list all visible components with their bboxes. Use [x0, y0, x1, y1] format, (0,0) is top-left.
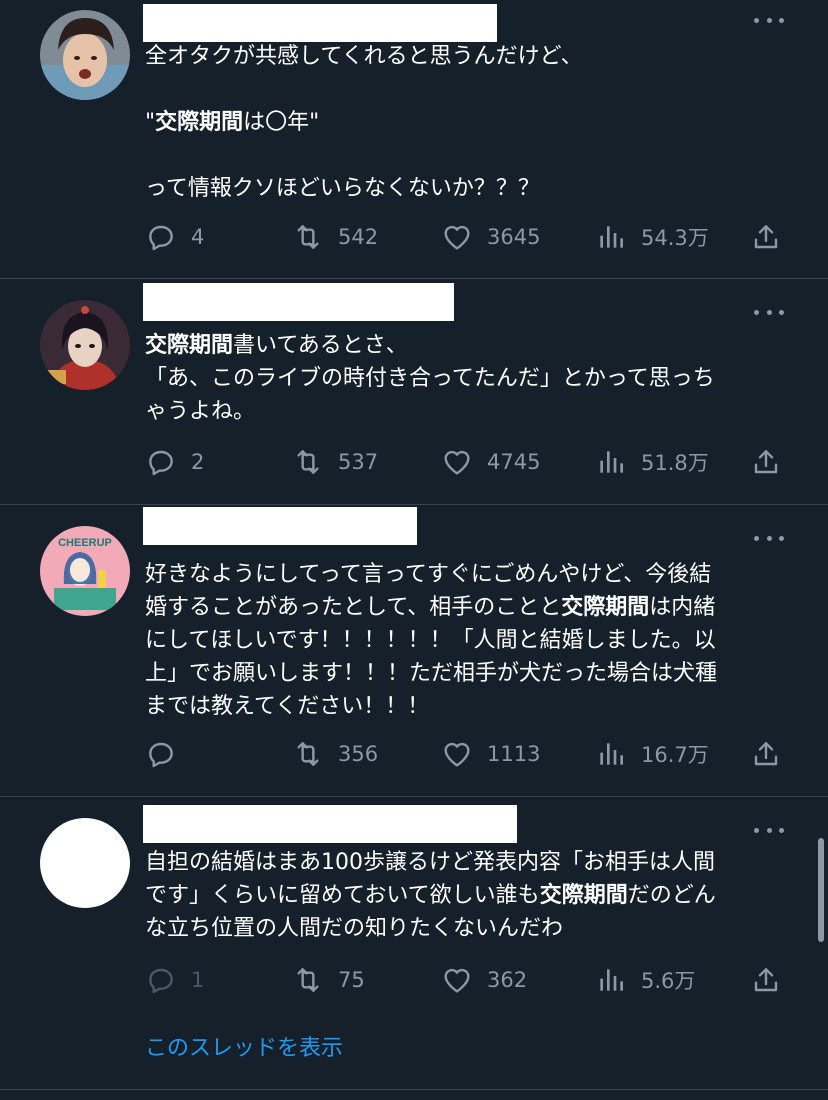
- tweet[interactable]: 全オタクが共感してくれると思うんだけど、 "交際期間は〇年" って情報クソほどい…: [0, 0, 828, 279]
- avatar[interactable]: [40, 10, 130, 100]
- tweet[interactable]: CHEERUP 好きなようにしてって言ってすぐにごめんやけど、今後結 婚すること…: [0, 505, 828, 797]
- like-icon: [441, 221, 473, 253]
- like-count: 3645: [487, 225, 541, 249]
- avatar[interactable]: CHEERUP: [40, 526, 130, 616]
- highlighted-term: 交際期間: [539, 883, 628, 908]
- like-button[interactable]: 4745: [441, 445, 540, 479]
- retweet-button[interactable]: 542: [292, 220, 378, 254]
- views-button[interactable]: 16.7万: [595, 737, 709, 771]
- show-thread-link[interactable]: このスレッドを表示: [145, 1030, 343, 1062]
- like-count: 1113: [487, 742, 541, 766]
- reply-count: 1: [191, 968, 205, 992]
- views-icon: [595, 446, 627, 478]
- retweet-count: 542: [338, 225, 379, 249]
- reply-button[interactable]: 4: [145, 220, 204, 254]
- views-count: 5.6万: [641, 969, 696, 993]
- views-button[interactable]: 5.6万: [595, 963, 695, 997]
- share-button[interactable]: [750, 737, 782, 771]
- highlighted-term: 交際期間: [561, 595, 650, 620]
- reply-button[interactable]: 2: [145, 445, 204, 479]
- retweet-icon: [292, 221, 324, 253]
- retweet-button[interactable]: 75: [292, 963, 365, 997]
- views-icon: [595, 738, 627, 770]
- avatar[interactable]: [40, 818, 130, 908]
- reply-icon: [145, 738, 177, 770]
- more-icon[interactable]: [754, 533, 784, 543]
- views-icon: [595, 964, 627, 996]
- highlighted-term: 交際期間: [145, 333, 234, 358]
- like-button[interactable]: 1113: [441, 737, 540, 771]
- share-icon: [750, 446, 782, 478]
- scrollbar[interactable]: [818, 838, 824, 942]
- retweet-count: 537: [338, 450, 379, 474]
- reply-button[interactable]: [145, 737, 177, 771]
- like-count: 4745: [487, 450, 541, 474]
- like-count: 362: [487, 968, 528, 992]
- retweet-button[interactable]: 356: [292, 737, 378, 771]
- views-button[interactable]: 54.3万: [595, 220, 709, 254]
- tweet-text: 交際期間書いてあるとさ、 「あ、このライブの時付き合ってたんだ」とかって思っち …: [145, 329, 795, 428]
- like-button[interactable]: 362: [441, 963, 527, 997]
- more-icon[interactable]: [754, 825, 784, 835]
- reply-icon: [145, 221, 177, 253]
- tweet-text: 自担の結婚はまあ100歩譲るけど発表内容「お相手は人間 です」くらいに留めておい…: [145, 846, 795, 945]
- reply-count: 2: [191, 450, 205, 474]
- tweet-text-segment: 全オタクが共感してくれると思うんだけど、: [145, 44, 583, 69]
- tweet-actions: 4 542 3645 54.3万: [145, 220, 795, 254]
- tweet-actions: 1 75 362 5.6万: [145, 963, 795, 997]
- tweet-text: 好きなようにしてって言ってすぐにごめんやけど、今後結 婚することがあったとして、…: [145, 558, 795, 723]
- tweet-text: 全オタクが共感してくれると思うんだけど、 "交際期間は〇年" って情報クソほどい…: [145, 40, 795, 205]
- like-icon: [441, 964, 473, 996]
- avatar-text: CHEERUP: [58, 537, 112, 549]
- retweet-icon: [292, 738, 324, 770]
- reply-icon: [145, 446, 177, 478]
- views-icon: [595, 221, 627, 253]
- views-button[interactable]: 51.8万: [595, 445, 709, 479]
- like-button[interactable]: 3645: [441, 220, 540, 254]
- share-button[interactable]: [750, 445, 782, 479]
- tweet-text-segment: ": [145, 110, 156, 135]
- views-count: 16.7万: [641, 743, 709, 767]
- reply-icon: [145, 964, 177, 996]
- tweet-actions: 356 1113 16.7万: [145, 737, 795, 771]
- author-name-redacted[interactable]: [143, 4, 497, 42]
- tweet[interactable]: 自担の結婚はまあ100歩譲るけど発表内容「お相手は人間 です」くらいに留めておい…: [0, 797, 828, 1090]
- share-button[interactable]: [750, 963, 782, 997]
- retweet-button[interactable]: 537: [292, 445, 378, 479]
- reply-count: 4: [191, 225, 205, 249]
- views-count: 51.8万: [641, 451, 709, 475]
- views-count: 54.3万: [641, 226, 709, 250]
- like-icon: [441, 738, 473, 770]
- share-icon: [750, 221, 782, 253]
- share-button[interactable]: [750, 220, 782, 254]
- author-name-redacted[interactable]: [143, 507, 417, 545]
- avatar[interactable]: [40, 300, 130, 390]
- more-icon[interactable]: [754, 15, 784, 25]
- like-icon: [441, 446, 473, 478]
- more-icon[interactable]: [754, 307, 784, 317]
- author-name-redacted[interactable]: [143, 805, 517, 843]
- reply-button[interactable]: 1: [145, 963, 204, 997]
- share-icon: [750, 964, 782, 996]
- retweet-count: 75: [338, 968, 365, 992]
- retweet-count: 356: [338, 742, 379, 766]
- highlighted-term: 交際期間: [155, 110, 244, 135]
- tweet-actions: 2 537 4745 51.8万: [145, 445, 795, 479]
- share-icon: [750, 738, 782, 770]
- retweet-icon: [292, 964, 324, 996]
- tweet[interactable]: 交際期間書いてあるとさ、 「あ、このライブの時付き合ってたんだ」とかって思っち …: [0, 279, 828, 505]
- retweet-icon: [292, 446, 324, 478]
- author-name-redacted[interactable]: [143, 283, 454, 321]
